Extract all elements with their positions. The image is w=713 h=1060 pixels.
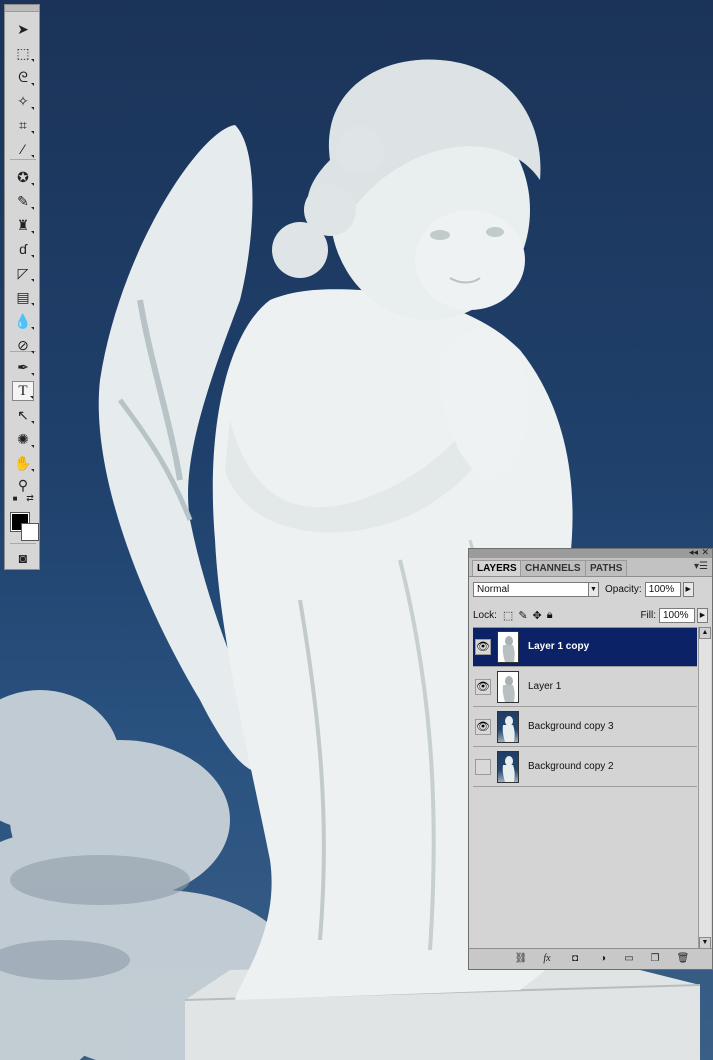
background-color-swatch[interactable]: [21, 523, 39, 541]
opacity-input[interactable]: 100%: [644, 581, 681, 597]
panel-titlebar[interactable]: ◂◂ ✕: [469, 547, 712, 558]
magic-wand-tool-icon[interactable]: ✧: [12, 91, 34, 111]
layer-thumbnail: [497, 671, 519, 703]
blend-mode-value: Normal: [477, 583, 510, 595]
lock-all-icon[interactable]: 🔒︎: [547, 609, 553, 622]
crop-tool-icon[interactable]: ⌗: [12, 115, 34, 135]
tools-panel: ➤ ⬚ ᘓ ✧ ⌗ ⁄ ✪ ✎ ♜ ɗ ◸ ▤ 💧 ⊘ ✒ T ↖ ✺ ✋ ⚲ ■ ⇄ ◙: [4, 4, 40, 570]
eraser-tool-icon[interactable]: ◸: [12, 263, 34, 283]
visibility-eye-icon[interactable]: 👁︎: [475, 679, 491, 695]
lock-pixels-icon[interactable]: ✎: [518, 609, 527, 622]
blend-mode-dropdown-icon[interactable]: ▼: [588, 581, 599, 597]
layer-thumbnail: [497, 711, 519, 743]
blend-mode-select[interactable]: Normal: [473, 581, 589, 597]
tools-panel-grip[interactable]: [5, 5, 39, 12]
layer-row[interactable]: 👁︎ Layer 1: [473, 668, 697, 707]
layer-row[interactable]: 👁︎ Background copy 3: [473, 708, 697, 747]
scroll-up-icon[interactable]: ▲: [699, 627, 711, 639]
shape-tool-icon[interactable]: ✺: [12, 429, 34, 449]
panel-tabs: LAYERS CHANNELS PATHS ▾☰: [469, 558, 712, 577]
layer-thumbnail: [497, 631, 519, 663]
layer-style-icon[interactable]: fx: [539, 952, 555, 966]
layer-name: Layer 1: [528, 681, 562, 692]
collapse-icon[interactable]: ◂◂: [689, 547, 698, 558]
swap-colors-icon[interactable]: ⇄: [25, 493, 35, 503]
blend-row: Normal ▼ Opacity: 100% ▶: [473, 580, 708, 598]
layers-scrollbar[interactable]: ▲ ▼: [698, 627, 711, 949]
delete-layer-icon[interactable]: 🗑︎: [675, 952, 691, 966]
lock-label: Lock:: [473, 609, 497, 621]
tool-separator: [10, 159, 36, 160]
gradient-tool-icon[interactable]: ▤: [12, 287, 34, 307]
opacity-slider-icon[interactable]: ▶: [682, 581, 694, 597]
quick-mask-icon[interactable]: ◙: [12, 548, 34, 568]
layers-panel: ◂◂ ✕ LAYERS CHANNELS PATHS ▾☰ Normal ▼ O…: [468, 547, 713, 970]
visibility-eye-icon[interactable]: 👁︎: [475, 719, 491, 735]
pen-tool-icon[interactable]: ✒: [12, 357, 34, 377]
visibility-eye-icon[interactable]: [475, 759, 491, 775]
lock-position-icon[interactable]: ✥: [533, 609, 542, 622]
fill-input[interactable]: 100%: [659, 607, 695, 623]
blur-tool-icon[interactable]: 💧: [12, 311, 34, 331]
new-layer-icon[interactable]: ❐: [647, 952, 663, 966]
lasso-tool-icon[interactable]: ᘓ: [12, 67, 34, 87]
opacity-label: Opacity:: [605, 583, 642, 595]
type-tool-icon[interactable]: T: [12, 381, 34, 401]
history-brush-tool-icon[interactable]: ɗ: [12, 239, 34, 259]
layer-row[interactable]: Background copy 2: [473, 748, 697, 787]
link-layers-icon[interactable]: ⛓: [513, 952, 529, 966]
lock-row: Lock: ⬚ ✎ ✥ 🔒︎ Fill: 100% ▶: [473, 606, 708, 624]
tab-layers[interactable]: LAYERS: [472, 560, 522, 576]
default-colors-icon[interactable]: ■: [10, 493, 20, 503]
move-tool-icon[interactable]: ➤: [12, 19, 34, 39]
visibility-eye-icon[interactable]: 👁︎: [475, 639, 491, 655]
fill-label: Fill:: [640, 609, 656, 621]
close-icon[interactable]: ✕: [701, 547, 709, 558]
layers-bottom-bar: ⛓ fx ◘ ◑ ▭ ❐ 🗑︎: [469, 948, 712, 969]
add-mask-icon[interactable]: ◘: [567, 952, 583, 966]
panel-menu-icon[interactable]: ▾☰: [694, 561, 708, 572]
layer-thumbnail: [497, 751, 519, 783]
path-selection-tool-icon[interactable]: ↖: [12, 405, 34, 425]
brush-tool-icon[interactable]: ✎: [12, 191, 34, 211]
adjustment-layer-icon[interactable]: ◑: [595, 952, 611, 966]
eyedropper-tool-icon[interactable]: ⁄: [12, 139, 34, 159]
layer-name: Background copy 3: [528, 721, 614, 732]
tab-channels[interactable]: CHANNELS: [520, 560, 586, 576]
dodge-tool-icon[interactable]: ⊘: [12, 335, 34, 355]
layer-name: Layer 1 copy: [528, 641, 590, 652]
lock-transparent-icon[interactable]: ⬚: [503, 609, 513, 622]
layer-row[interactable]: 👁︎ Layer 1 copy: [473, 628, 697, 667]
new-group-icon[interactable]: ▭: [621, 952, 637, 966]
layers-list: 👁︎ Layer 1 copy 👁︎ Layer 1 👁︎ Background copy…: [473, 627, 697, 950]
healing-brush-tool-icon[interactable]: ✪: [12, 167, 34, 187]
fill-slider-icon[interactable]: ▶: [697, 607, 708, 623]
marquee-tool-icon[interactable]: ⬚: [12, 43, 34, 63]
hand-tool-icon[interactable]: ✋: [12, 453, 34, 473]
layer-name: Background copy 2: [528, 761, 614, 772]
clone-stamp-tool-icon[interactable]: ♜: [12, 215, 34, 235]
tab-paths[interactable]: PATHS: [585, 560, 628, 576]
